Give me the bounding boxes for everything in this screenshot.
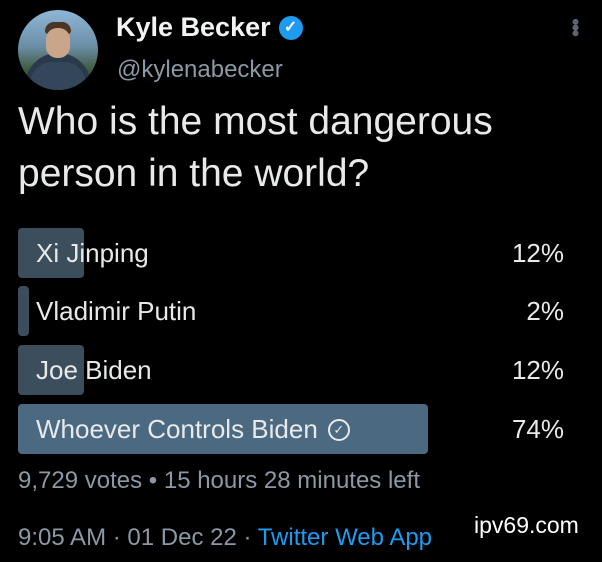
verified-badge-icon: ✓ <box>278 15 303 40</box>
meta-separator: • <box>148 467 158 494</box>
poll-option-percent: 12% <box>511 355 564 385</box>
author-name[interactable]: Kyle Becker <box>116 12 271 43</box>
avatar-body <box>30 62 86 90</box>
avatar[interactable] <box>18 10 98 90</box>
poll-option-percent: 2% <box>526 296 564 326</box>
poll-bar <box>18 286 30 336</box>
poll-meta: 9,729 votes • 15 hours 28 minutes left <box>18 467 420 495</box>
poll-option-percent: 74% <box>511 414 564 444</box>
more-options-icon[interactable]: ••• <box>562 18 588 35</box>
author-handle[interactable]: @kylenabecker <box>117 56 283 84</box>
poll-option-label: Whoever Controls Biden <box>36 414 318 444</box>
tweet-footer: 9:05 AM · 01 Dec 22 · Twitter Web App <box>18 524 432 552</box>
tweet: Kyle Becker ✓ @kylenabecker ••• Who is t… <box>0 0 602 562</box>
poll-option-label: Vladimir Putin <box>36 296 197 326</box>
vote-count: 9,729 votes <box>18 467 143 494</box>
voted-check-icon: ✓ <box>327 418 350 441</box>
poll-option-whoever-controls-biden: Whoever Controls Biden ✓ 74% <box>18 404 572 454</box>
footer-separator: · <box>243 524 252 551</box>
poll-option-percent: 12% <box>511 238 564 268</box>
avatar-face <box>46 28 70 58</box>
tweet-source-link[interactable]: Twitter Web App <box>258 524 432 551</box>
poll-option-xi-jinping: Xi Jinping 12% <box>18 228 572 278</box>
footer-separator: · <box>112 524 121 551</box>
poll-option-label: Joe Biden <box>36 355 152 385</box>
watermark: ipv69.com <box>474 512 579 538</box>
tweet-time[interactable]: 9:05 AM <box>18 524 106 551</box>
poll-option-label: Xi Jinping <box>36 238 149 268</box>
poll-option-vladimir-putin: Vladimir Putin 2% <box>18 286 572 336</box>
tweet-text: Who is the most dangerous person in the … <box>18 100 493 195</box>
poll-option-joe-biden: Joe Biden 12% <box>18 345 572 395</box>
time-left: 15 hours 28 minutes left <box>163 467 420 494</box>
author-name-row[interactable]: Kyle Becker ✓ <box>116 12 303 43</box>
tweet-date[interactable]: 01 Dec 22 <box>127 524 236 551</box>
